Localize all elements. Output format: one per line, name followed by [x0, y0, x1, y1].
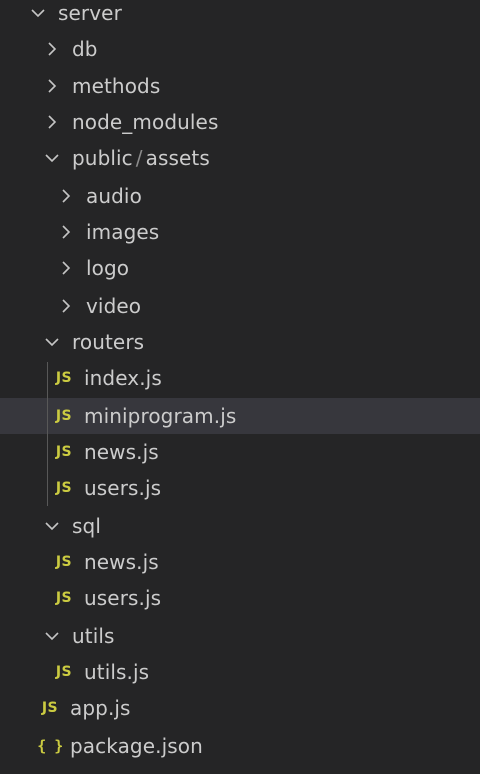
file-routers-index-js[interactable]: JS index.js — [0, 360, 480, 396]
file-routers-miniprogram-js[interactable]: JS miniprogram.js — [0, 398, 480, 434]
file-label: users.js — [84, 476, 162, 500]
file-label: package.json — [70, 734, 203, 758]
chevron-right-icon[interactable] — [56, 222, 76, 242]
folder-label: db — [72, 37, 98, 61]
file-app-js[interactable]: JS app.js — [0, 690, 480, 726]
folder-label: images — [86, 220, 160, 244]
chevron-down-icon[interactable] — [28, 3, 48, 23]
file-sql-news-js[interactable]: JS news.js — [0, 544, 480, 580]
folder-utils[interactable]: utils — [0, 618, 480, 654]
file-routers-news-js[interactable]: JS news.js — [0, 434, 480, 470]
file-sql-users-js[interactable]: JS users.js — [0, 580, 480, 616]
file-label: miniprogram.js — [84, 404, 237, 428]
file-label: index.js — [84, 366, 162, 390]
javascript-file-icon: JS — [41, 700, 59, 716]
file-routers-users-js[interactable]: JS users.js — [0, 470, 480, 506]
folder-label: server — [58, 1, 122, 25]
chevron-right-icon[interactable] — [56, 296, 76, 316]
chevron-down-icon[interactable] — [42, 148, 62, 168]
folder-video[interactable]: video — [0, 288, 480, 324]
javascript-file-icon: JS — [55, 480, 73, 496]
javascript-file-icon: JS — [55, 554, 73, 570]
folder-images[interactable]: images — [0, 214, 480, 250]
folder-audio[interactable]: audio — [0, 178, 480, 214]
javascript-file-icon: JS — [55, 370, 73, 386]
folder-label-public[interactable]: public — [72, 146, 133, 170]
javascript-file-icon: JS — [55, 408, 73, 424]
file-label: users.js — [84, 586, 162, 610]
folder-public-assets[interactable]: public / assets — [0, 140, 480, 176]
folder-label-assets[interactable]: assets — [146, 146, 210, 170]
chevron-down-icon[interactable] — [42, 516, 62, 536]
javascript-file-icon: JS — [55, 590, 73, 606]
folder-label: audio — [86, 184, 142, 208]
chevron-right-icon[interactable] — [42, 112, 62, 132]
chevron-right-icon[interactable] — [42, 39, 62, 59]
folder-label: video — [86, 294, 142, 318]
json-file-icon: { } — [37, 737, 63, 755]
chevron-down-icon[interactable] — [42, 626, 62, 646]
folder-db[interactable]: db — [0, 31, 480, 67]
file-label: news.js — [84, 550, 159, 574]
file-utils-utils-js[interactable]: JS utils.js — [0, 654, 480, 690]
folder-label: utils — [72, 624, 115, 648]
javascript-file-icon: JS — [55, 664, 73, 680]
chevron-down-icon[interactable] — [42, 332, 62, 352]
folder-label: methods — [72, 74, 161, 98]
path-separator: / — [135, 146, 143, 170]
file-package-json[interactable]: { } package.json — [0, 728, 480, 764]
folder-label: node_modules — [72, 110, 219, 134]
file-label: utils.js — [84, 660, 150, 684]
folder-label: logo — [86, 256, 130, 280]
file-label: news.js — [84, 440, 159, 464]
file-label: app.js — [70, 696, 131, 720]
javascript-file-icon: JS — [55, 444, 73, 460]
indent-guide — [47, 362, 48, 506]
folder-label: sql — [72, 514, 101, 538]
folder-server[interactable]: server — [0, 0, 480, 31]
folder-node-modules[interactable]: node_modules — [0, 104, 480, 140]
chevron-right-icon[interactable] — [42, 76, 62, 96]
folder-routers[interactable]: routers — [0, 324, 480, 360]
folder-label: routers — [72, 330, 145, 354]
chevron-right-icon[interactable] — [56, 186, 76, 206]
chevron-right-icon[interactable] — [56, 258, 76, 278]
folder-methods[interactable]: methods — [0, 68, 480, 104]
folder-logo[interactable]: logo — [0, 250, 480, 286]
folder-sql[interactable]: sql — [0, 508, 480, 544]
